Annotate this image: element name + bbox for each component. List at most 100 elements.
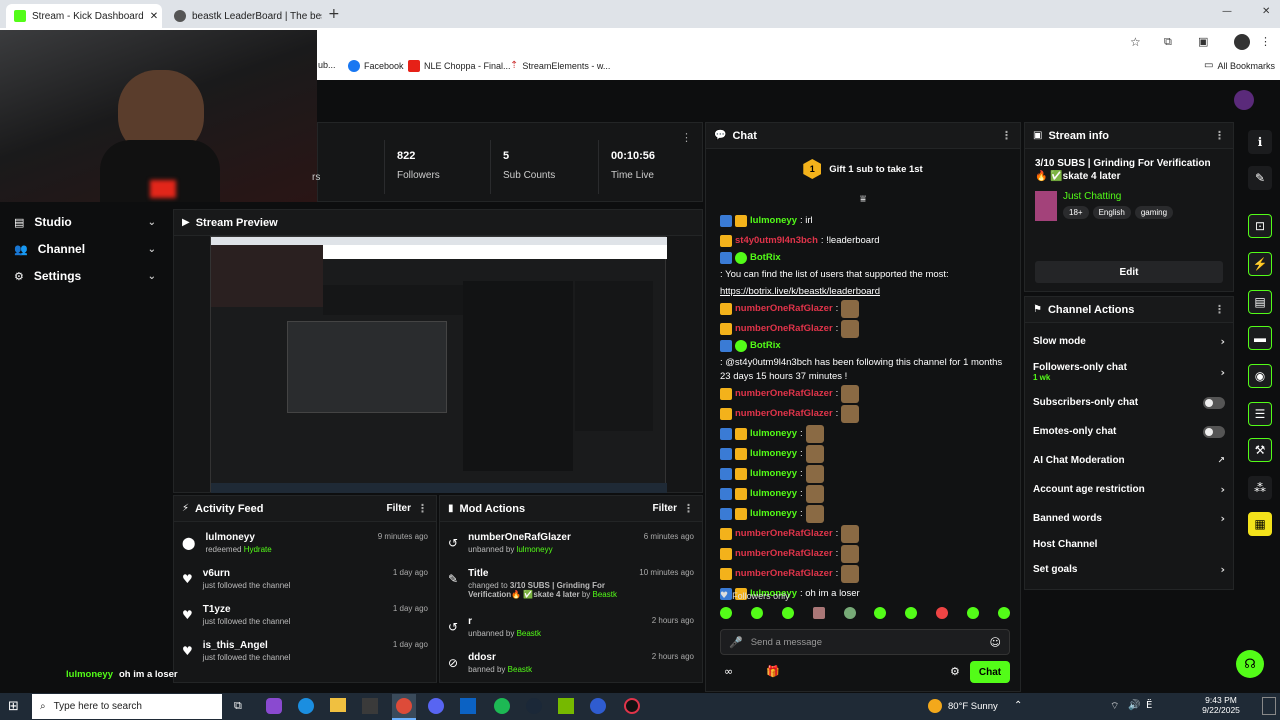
gear-icon[interactable]: ⚙	[950, 665, 960, 678]
channel-action-banned-words[interactable]: Banned words ›	[1025, 504, 1233, 533]
taskbar-search[interactable]: ⌕ Type here to search	[32, 694, 222, 719]
chat-username[interactable]: lulmoneyy	[750, 487, 797, 501]
reading-list-icon[interactable]: ▣	[1198, 35, 1208, 48]
outlook-icon[interactable]	[460, 698, 476, 714]
chat-username[interactable]: BotRix	[750, 251, 781, 265]
bolt-icon[interactable]: ⚡	[1248, 252, 1272, 276]
more-options-icon[interactable]: ⋮	[1214, 129, 1225, 142]
channel-action-followers-only[interactable]: Followers-only chat 1 wk ›	[1025, 356, 1233, 388]
channel-action-slow-mode[interactable]: Slow mode ›	[1025, 327, 1233, 356]
more-options-icon[interactable]: ⋮	[1001, 129, 1012, 142]
chat-username[interactable]: lulmoneyy	[750, 427, 797, 441]
language-icon[interactable]: Ё	[1146, 700, 1152, 711]
channel-action-set-goals[interactable]: Set goals ›	[1025, 555, 1233, 584]
kick-points-icon[interactable]: ∞	[724, 665, 733, 678]
bookmark-star-icon[interactable]: ☆	[1130, 35, 1141, 49]
emote-icon[interactable]	[997, 607, 1010, 619]
tag-chip[interactable]: 18+	[1063, 206, 1089, 219]
filter-button[interactable]: Filter	[653, 503, 677, 514]
chat-username[interactable]: st4y0utm9l4n3bch	[735, 234, 818, 248]
obs-icon[interactable]	[624, 698, 640, 714]
nav-studio[interactable]: ▤ Studio ⌄	[0, 211, 170, 233]
profile-avatar[interactable]	[1234, 90, 1254, 110]
camera-icon[interactable]: ⊡	[1248, 214, 1272, 238]
all-bookmarks[interactable]: ▭ All Bookmarks	[1204, 60, 1275, 71]
emoji-icon[interactable]: ☺	[990, 636, 1001, 649]
chrome-taskbar-button[interactable]	[392, 694, 416, 720]
broadcast-icon[interactable]: ◉	[1248, 364, 1272, 388]
chat-username[interactable]: numberOneRafGlazer	[735, 547, 833, 561]
nav-channel[interactable]: 👥 Channel ⌄	[0, 238, 170, 260]
stream-category[interactable]: Just Chatting	[1063, 191, 1173, 202]
pin-collapse-icon[interactable]: ⩸	[706, 194, 1020, 206]
chat-username[interactable]: numberOneRafGlazer	[735, 322, 833, 336]
discord-icon[interactable]	[428, 698, 444, 714]
windows-start-icon[interactable]: ⊞	[8, 699, 19, 714]
volume-icon[interactable]: 🔊	[1128, 700, 1140, 711]
edge-icon[interactable]	[298, 698, 314, 714]
chat-username[interactable]: lulmoneyy	[750, 467, 797, 481]
clipboard-icon[interactable]: ▤	[1248, 290, 1272, 314]
bookmark-item[interactable]: ub...	[318, 60, 336, 70]
new-tab-icon[interactable]: +	[328, 6, 340, 22]
extensions-icon[interactable]: ⧉	[1164, 35, 1172, 49]
layers-icon[interactable]: ☰	[1248, 402, 1272, 426]
store-icon[interactable]	[362, 698, 378, 714]
taskbar-clock[interactable]: 9:43 PM 9/22/2025	[1196, 695, 1246, 715]
app-icon[interactable]	[590, 698, 606, 714]
chat-username[interactable]: BotRix	[750, 339, 781, 353]
channel-action-host-channel[interactable]: Host Channel	[1025, 533, 1233, 555]
tab-kick-dashboard[interactable]: Stream - Kick Dashboard ✕	[6, 4, 162, 28]
bookmark-youtube[interactable]: NLE Choppa - Final...	[408, 60, 511, 72]
emote-icon[interactable]	[843, 607, 856, 619]
chat-username[interactable]: lulmoneyy	[750, 507, 797, 521]
chat-input[interactable]: 🎤 Send a message ☺	[720, 629, 1010, 655]
channel-action-account-age[interactable]: Account age restriction ›	[1025, 475, 1233, 504]
edit-stream-info-button[interactable]: Edit	[1035, 261, 1223, 283]
chat-username[interactable]: numberOneRafGlazer	[735, 302, 833, 316]
emote-icon[interactable]	[720, 607, 732, 619]
emote-icon[interactable]	[936, 607, 949, 619]
spotify-icon[interactable]	[494, 698, 510, 714]
stream-preview-video[interactable]	[210, 236, 667, 493]
pencil-icon[interactable]: ✎	[1248, 166, 1272, 190]
bookmark-streamelements[interactable]: ⇡ StreamElements - w...	[510, 60, 610, 71]
window-close-icon[interactable]: ✕	[1262, 6, 1270, 17]
tag-chip[interactable]: English	[1092, 206, 1131, 219]
tray-chevron-icon[interactable]: ⌃	[1014, 700, 1022, 711]
more-options-icon[interactable]: ⋮	[683, 502, 694, 515]
chat-username[interactable]: numberOneRafGlazer	[735, 387, 833, 401]
emote-icon[interactable]	[874, 607, 887, 619]
more-options-icon[interactable]: ⋮	[417, 502, 428, 515]
chat-bubble-icon[interactable]: ▬	[1248, 326, 1272, 350]
menu-dots-icon[interactable]: ⋮	[1260, 35, 1271, 48]
chat-username[interactable]: numberOneRafGlazer	[735, 527, 833, 541]
app-icon[interactable]	[266, 698, 282, 714]
close-icon[interactable]: ✕	[150, 11, 158, 22]
network-icon[interactable]: ⌔	[1110, 700, 1119, 713]
clapper-icon[interactable]: ▦	[1248, 512, 1272, 536]
chat-username[interactable]: numberOneRafGlazer	[735, 567, 833, 581]
channel-action-subscribers-only[interactable]: Subscribers-only chat	[1025, 388, 1233, 417]
tab-leaderboard[interactable]: beastk LeaderBoard | The best ✕	[166, 4, 322, 28]
minimize-icon[interactable]: —	[1222, 6, 1232, 17]
info-icon[interactable]: ℹ	[1248, 130, 1272, 154]
chat-username[interactable]: lulmoneyy	[750, 447, 797, 461]
nvidia-icon[interactable]	[558, 698, 574, 714]
channel-action-ai-moderation[interactable]: AI Chat Moderation ↗	[1025, 446, 1233, 475]
steam-icon[interactable]	[526, 698, 542, 714]
emote-icon[interactable]	[967, 607, 979, 619]
support-icon[interactable]: ☊	[1236, 650, 1264, 678]
subscribers-only-toggle[interactable]	[1203, 396, 1225, 409]
bookmark-facebook[interactable]: Facebook	[348, 60, 404, 72]
chat-link[interactable]: https://botrix.live/k/beastk/leaderboard	[720, 285, 880, 299]
emote-icon[interactable]	[905, 607, 918, 619]
microphone-icon[interactable]: 🎤	[729, 636, 743, 649]
nav-settings[interactable]: ⚙ Settings ⌄	[0, 265, 170, 287]
emote-icon[interactable]	[812, 607, 825, 619]
emote-icon[interactable]	[781, 607, 794, 619]
gift-sub-banner[interactable]: 1 Gift 1 sub to take 1st	[706, 149, 1020, 189]
channel-action-emotes-only[interactable]: Emotes-only chat	[1025, 417, 1233, 446]
chat-username[interactable]: lulmoneyy	[750, 214, 797, 228]
file-explorer-icon[interactable]	[330, 698, 346, 712]
